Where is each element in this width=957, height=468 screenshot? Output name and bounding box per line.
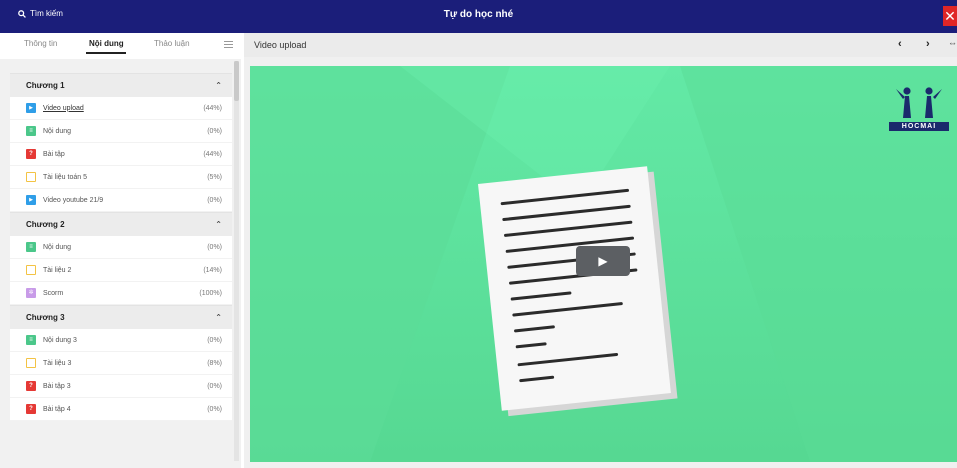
prev-button[interactable]: ‹: [898, 38, 902, 50]
content-header: Video upload ‹ › ⇔: [244, 33, 957, 57]
sidebar-tabs: Thông tin Nội dung Thảo luận: [0, 33, 241, 59]
list-item[interactable]: Tài liệu toán 5 (5%): [10, 166, 232, 189]
item-progress: (0%): [207, 382, 222, 390]
sidebar-scroll-thumb[interactable]: [234, 61, 239, 101]
chapter-title: Chương 2: [26, 220, 65, 229]
list-menu-icon[interactable]: [224, 41, 233, 49]
item-label: Bài tập: [43, 150, 65, 158]
item-label: Tài liệu 3: [43, 359, 72, 367]
sidebar: Thông tin Nội dung Thảo luận Chương 1 ⌃ …: [0, 33, 241, 468]
item-progress: (0%): [207, 405, 222, 413]
file-icon: [26, 265, 36, 275]
sidebar-scrollbar[interactable]: [234, 61, 239, 461]
item-label: Bài tập 4: [43, 405, 71, 413]
item-label: Nội dung: [43, 127, 72, 135]
list-item[interactable]: Nội dung (0%): [10, 236, 232, 259]
item-progress: (5%): [207, 173, 222, 181]
scorm-icon: [26, 288, 36, 298]
item-progress: (44%): [203, 104, 222, 112]
list-item[interactable]: Bài tập 3 (0%): [10, 375, 232, 398]
expand-icon[interactable]: ⇔: [948, 38, 957, 48]
item-label: Nội dung 3: [43, 336, 77, 344]
chapter-title: Chương 1: [26, 81, 65, 90]
list-item[interactable]: Video upload (44%): [10, 97, 232, 120]
list-item[interactable]: Scorm (100%): [10, 282, 232, 305]
item-progress: (0%): [207, 127, 222, 135]
item-label: Nội dung: [43, 243, 72, 251]
content-title: Video upload: [254, 40, 307, 50]
list-item[interactable]: Tài liệu 3 (8%): [10, 352, 232, 375]
quiz-icon: [26, 149, 36, 159]
list-item[interactable]: Bài tập (44%): [10, 143, 232, 166]
document-icon: [26, 335, 36, 345]
logo-text: HOCMAI: [889, 122, 949, 131]
list-item[interactable]: Tài liệu 2 (14%): [10, 259, 232, 282]
item-label: Video youtube 21/9: [43, 196, 104, 204]
item-label: Video upload: [43, 104, 84, 112]
list-item[interactable]: Nội dung (0%): [10, 120, 232, 143]
item-progress: (100%): [199, 289, 222, 297]
chapter-header[interactable]: Chương 3 ⌃: [10, 305, 232, 329]
list-item[interactable]: Bài tập 4 (0%): [10, 398, 232, 421]
list-item[interactable]: Nội dung 3 (0%): [10, 329, 232, 352]
page-title: Tự do học nhé: [443, 9, 514, 20]
chevron-up-icon: ⌃: [215, 220, 222, 229]
tab-discussion[interactable]: Thảo luận: [154, 39, 190, 48]
item-progress: (14%): [203, 266, 222, 274]
chevron-up-icon: ⌃: [215, 81, 222, 90]
file-icon: [26, 358, 36, 368]
item-label: Bài tập 3: [43, 382, 71, 390]
chevron-up-icon: ⌃: [215, 313, 222, 322]
chapter-title: Chương 3: [26, 313, 65, 322]
play-button[interactable]: ▶: [576, 246, 630, 276]
item-progress: (0%): [207, 336, 222, 344]
quiz-icon: [26, 381, 36, 391]
video-icon: [26, 195, 36, 205]
top-bar: Tìm kiếm Tự do học nhé ✕: [0, 0, 957, 33]
video-player[interactable]: ▶ HOCMAI: [250, 66, 957, 462]
item-label: Scorm: [43, 289, 64, 297]
video-icon: [26, 103, 36, 113]
tab-content[interactable]: Nội dung: [89, 39, 124, 48]
document-illustration: [477, 166, 678, 417]
item-progress: (44%): [203, 150, 222, 158]
chapter-header[interactable]: Chương 1 ⌃: [10, 73, 232, 97]
item-progress: (0%): [207, 196, 222, 204]
list-item[interactable]: Video youtube 21/9 (0%): [10, 189, 232, 212]
lesson-list: Chương 1 ⌃ Video upload (44%) Nội dung (…: [10, 73, 232, 421]
quiz-icon: [26, 404, 36, 414]
logo-mark-icon: [896, 87, 942, 118]
item-label: Tài liệu 2: [43, 266, 72, 274]
close-button[interactable]: ✕: [943, 6, 957, 26]
next-button[interactable]: ›: [926, 38, 930, 50]
active-tab-indicator: [86, 52, 126, 54]
item-progress: (8%): [207, 359, 222, 367]
document-icon: [26, 126, 36, 136]
file-icon: [26, 172, 36, 182]
document-icon: [26, 242, 36, 252]
item-progress: (0%): [207, 243, 222, 251]
hocmai-logo: HOCMAI: [889, 86, 949, 131]
item-label: Tài liệu toán 5: [43, 173, 87, 181]
tab-info[interactable]: Thông tin: [24, 39, 57, 48]
chapter-header[interactable]: Chương 2 ⌃: [10, 212, 232, 236]
